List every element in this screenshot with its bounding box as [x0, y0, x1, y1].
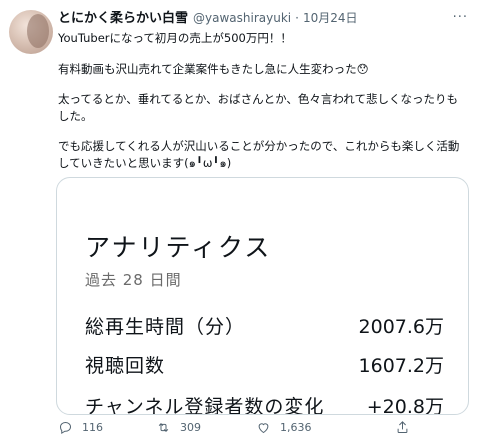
tweet-paragraph: 太ってるとか、垂れてるとか、おばさんとか、色々言われて悲しくなったりもした。	[58, 92, 458, 123]
metric-value: 2007.6万	[358, 316, 444, 338]
retweet-count: 309	[180, 421, 201, 434]
share-icon	[397, 421, 408, 433]
analytics-title: アナリティクス	[85, 233, 272, 262]
tweet-content: とにかく柔らかい白雪 @yawashirayuki · 10月24日 ··· Y…	[58, 10, 468, 171]
like-count: 1,636	[280, 421, 312, 434]
analytics-period: 過去 28 日間	[85, 271, 182, 289]
tweet[interactable]: とにかく柔らかい白雪 @yawashirayuki · 10月24日 ··· Y…	[0, 0, 480, 443]
tweet-actions: 116 309 1,636	[58, 420, 468, 435]
media-card[interactable]: アナリティクス 過去 28 日間 総再生時間（分） 2007.6万 視聴回数 1…	[56, 177, 469, 415]
metric-value: +20.8万	[366, 396, 444, 415]
tweet-paragraph: YouTuberになって初月の売上が500万円！！	[58, 31, 292, 45]
reply-icon	[59, 421, 72, 435]
reply-button[interactable]: 116	[58, 420, 156, 435]
avatar[interactable]	[9, 10, 53, 54]
share-button[interactable]	[395, 420, 410, 435]
reply-count: 116	[82, 421, 103, 434]
retweet-icon	[158, 423, 169, 432]
tweet-date[interactable]: 10月24日	[303, 10, 358, 26]
tweet-paragraph: でも応援してくれる人が沢山いることが分かったので、これからも楽しく活動していきた…	[58, 139, 460, 170]
like-button[interactable]: 1,636	[256, 420, 368, 435]
metric-row-subscribers: チャンネル登録者数の変化 +20.8万	[85, 392, 444, 415]
tweet-paragraph: 有料動画も沢山売れて企業案件もきたし急に人生変わった😯	[58, 61, 369, 76]
metric-label: 視聴回数	[85, 355, 166, 377]
separator: ·	[295, 11, 299, 25]
metric-label: 総再生時間（分）	[85, 316, 246, 338]
metric-label: チャンネル登録者数の変化	[85, 396, 325, 415]
metric-row-watch-time: 総再生時間（分） 2007.6万	[85, 312, 444, 339]
metric-value: 1607.2万	[358, 355, 444, 377]
metric-row-views: 視聴回数 1607.2万	[85, 351, 444, 378]
tweet-header: とにかく柔らかい白雪 @yawashirayuki · 10月24日	[58, 10, 468, 26]
user-handle[interactable]: @yawashirayuki	[193, 10, 291, 26]
like-icon	[258, 423, 269, 434]
tweet-text: YouTuberになって初月の売上が500万円！！ 有料動画も沢山売れて企業案件…	[58, 30, 468, 171]
retweet-button[interactable]: 309	[156, 420, 256, 435]
more-icon[interactable]: ···	[453, 10, 468, 25]
display-name[interactable]: とにかく柔らかい白雪	[58, 11, 188, 27]
